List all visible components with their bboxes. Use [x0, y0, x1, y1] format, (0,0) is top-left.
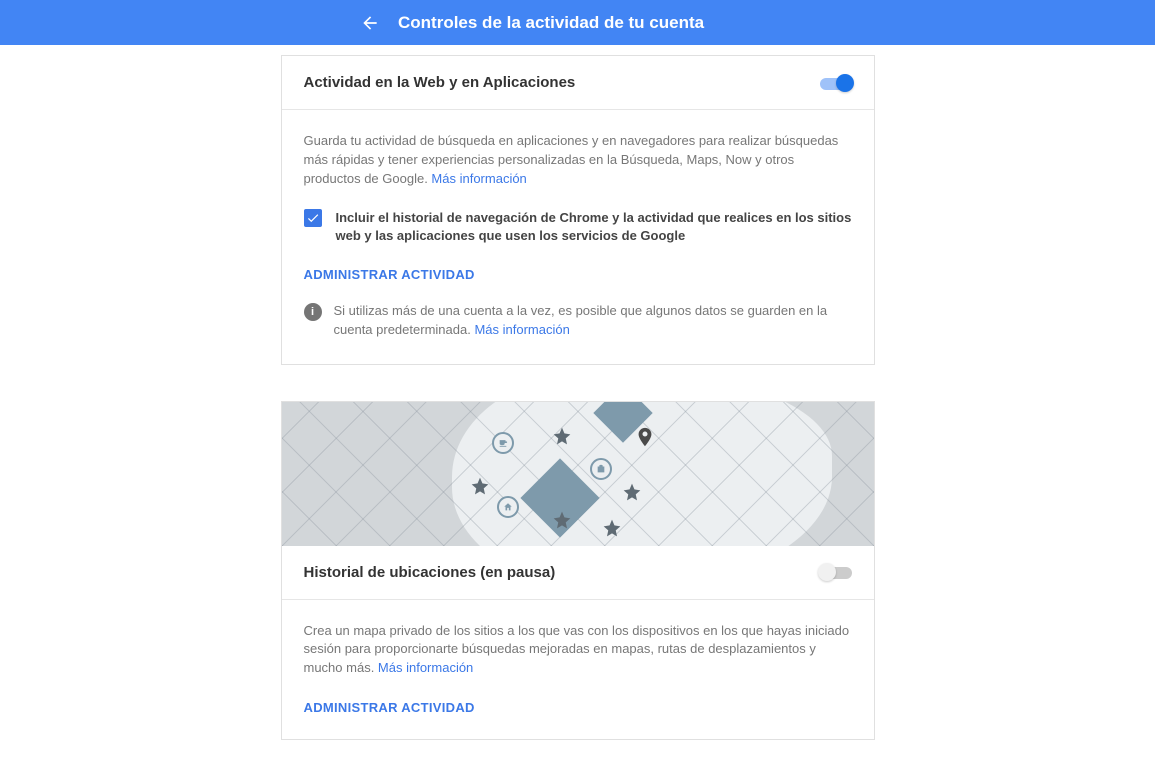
location-history-manage-link[interactable]: ADMINISTRAR ACTIVIDAD	[304, 700, 852, 715]
top-bar: Controles de la actividad de tu cuenta	[0, 0, 1155, 45]
web-activity-toggle[interactable]	[820, 76, 852, 90]
web-activity-more-info-link[interactable]: Más información	[431, 171, 526, 186]
info-icon: i	[304, 303, 322, 321]
multi-account-note-text: Si utilizas más de una cuenta a la vez, …	[334, 303, 828, 337]
map-illustration	[282, 402, 874, 546]
location-history-card: Historial de ubicaciones (en pausa) Crea…	[281, 401, 875, 741]
location-history-toggle[interactable]	[820, 565, 852, 579]
web-activity-title: Actividad en la Web y en Aplicaciones	[304, 74, 576, 91]
location-history-header: Historial de ubicaciones (en pausa)	[282, 546, 874, 600]
web-activity-description-text: Guarda tu actividad de búsqueda en aplic…	[304, 133, 839, 186]
cup-icon	[492, 432, 514, 454]
web-activity-card: Actividad en la Web y en Aplicaciones Gu…	[281, 55, 875, 365]
chrome-history-label: Incluir el historial de navegación de Ch…	[336, 209, 852, 245]
page-title: Controles de la actividad de tu cuenta	[398, 13, 704, 33]
location-history-title: Historial de ubicaciones (en pausa)	[304, 564, 556, 581]
web-activity-manage-link[interactable]: ADMINISTRAR ACTIVIDAD	[304, 267, 852, 282]
multi-account-note: Si utilizas más de una cuenta a la vez, …	[334, 302, 852, 340]
chrome-history-checkbox[interactable]	[304, 209, 322, 227]
location-history-more-info-link[interactable]: Más información	[378, 660, 473, 675]
multi-account-note-link[interactable]: Más información	[474, 322, 569, 337]
map-pin-icon	[634, 422, 656, 452]
bag-icon	[590, 458, 612, 480]
back-arrow-icon[interactable]	[360, 13, 380, 33]
location-history-description: Crea un mapa privado de los sitios a los…	[304, 622, 852, 679]
web-activity-header: Actividad en la Web y en Aplicaciones	[282, 56, 874, 110]
web-activity-description: Guarda tu actividad de búsqueda en aplic…	[304, 132, 852, 189]
home-icon	[497, 496, 519, 518]
